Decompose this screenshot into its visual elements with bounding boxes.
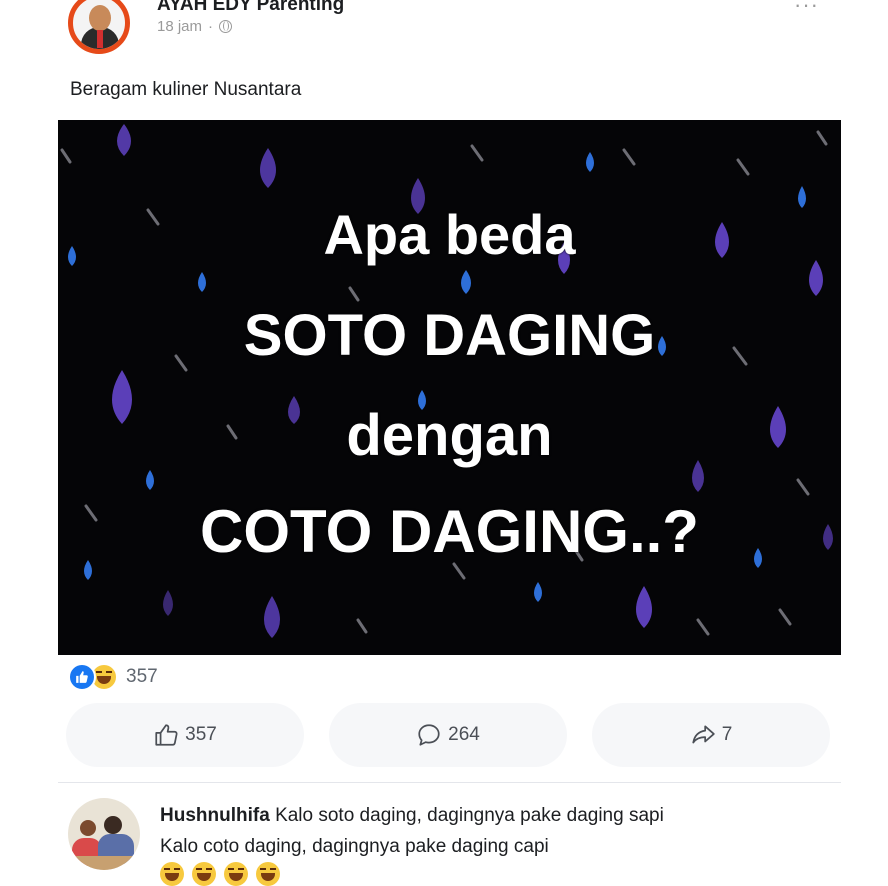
like-button[interactable]: 357 [66,703,304,767]
globe-icon [219,20,233,33]
post-header: AYAH EDY Parenting 18 jam · ··· [0,0,888,60]
laughing-emoji-icon [160,862,184,886]
comment-text-2: Kalo coto daging, dagingnya pake daging … [160,836,549,857]
share-icon [692,725,715,744]
comment-button[interactable]: 264 [329,703,567,767]
more-options-icon[interactable]: ··· [794,0,819,18]
laughing-emoji-icon [224,862,248,886]
headline-line-3: dengan [346,403,553,468]
avatar-tie [97,30,103,48]
thumbs-up-icon [155,724,178,746]
share-count: 7 [721,724,733,745]
page-avatar[interactable] [68,0,130,54]
laughing-emoji-icon [192,862,216,886]
image-headline: Apa beda SOTO DAGING dengan COTO DAGING.… [58,120,841,655]
meta-separator: · [208,18,214,35]
post-meta: 18 jam · [157,18,233,35]
commenter-avatar[interactable] [68,798,140,870]
post-time[interactable]: 18 jam [157,18,202,35]
commenter-name[interactable]: Hushnulhifa [160,805,270,826]
share-button[interactable]: 7 [592,703,830,767]
comment-emojis [160,862,280,886]
comment-count: 264 [448,724,480,745]
divider [58,782,841,783]
headline-line-1: Apa beda [323,203,576,266]
post-text: Beragam kuliner Nusantara [70,79,302,100]
comment-line-1: Hushnulhifa Kalo soto daging, dagingnya … [160,800,840,831]
post-image[interactable]: Apa beda SOTO DAGING dengan COTO DAGING.… [58,120,841,655]
comment-icon [418,724,440,746]
headline-line-2: SOTO DAGING [243,303,656,368]
avatar-face [89,5,111,31]
headline-line-4: COTO DAGING..? [200,498,699,565]
reaction-count: 357 [126,666,158,687]
comment-text-1: Kalo soto daging, dagingnya pake daging … [275,805,664,826]
laughing-emoji-icon [256,862,280,886]
like-count: 357 [185,724,217,745]
like-icon [68,663,96,691]
comment: Hushnulhifa Kalo soto daging, dagingnya … [160,800,840,862]
page-name[interactable]: AYAH EDY Parenting [157,0,344,16]
action-bar: 357 264 7 [66,703,830,767]
reactions-summary[interactable]: 357 [68,663,158,691]
